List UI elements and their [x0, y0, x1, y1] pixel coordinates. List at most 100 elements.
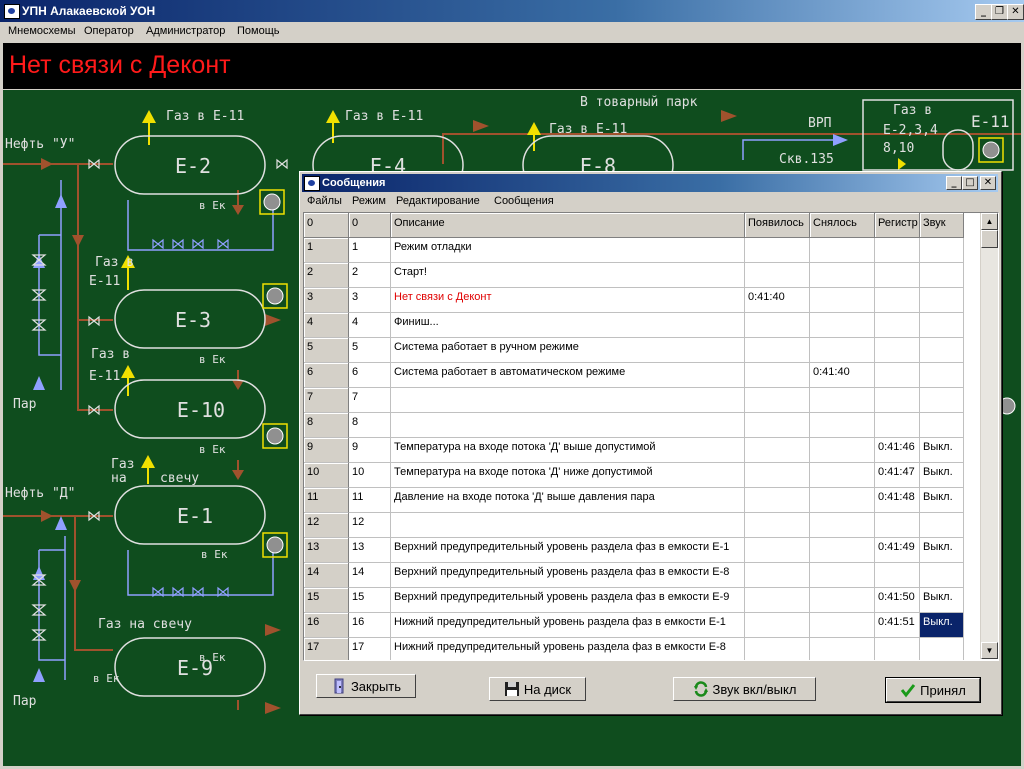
close-window-button[interactable]: ✕ — [1007, 4, 1024, 20]
grid-cell-col-sound[interactable] — [920, 563, 964, 588]
grid-cell-col-cleared[interactable] — [810, 588, 875, 613]
grid-cell-col-cleared[interactable] — [810, 438, 875, 463]
grid-cell-col-row-number[interactable]: 8 — [304, 413, 349, 438]
grid-cell-col-cleared[interactable] — [810, 538, 875, 563]
grid-cell-col-register[interactable]: 0:41:47 — [875, 463, 920, 488]
grid-cell-col-description[interactable]: Режим отладки — [391, 238, 745, 263]
vessel-e3[interactable]: Е-3 — [175, 308, 211, 332]
dialog-maximize-button[interactable]: □ — [962, 176, 978, 190]
grid-header-col-cleared[interactable]: Снялось — [810, 213, 875, 238]
grid-cell-col-register[interactable] — [875, 238, 920, 263]
grid-cell-col-description[interactable]: Верхний предупредительный уровень раздел… — [391, 538, 745, 563]
grid-cell-col-description[interactable]: Давление на входе потока 'Д' выше давлен… — [391, 488, 745, 513]
grid-cell-col-register[interactable] — [875, 638, 920, 660]
grid-cell-col-register[interactable]: 0:41:46 — [875, 438, 920, 463]
grid-header-col-register[interactable]: Регистр — [875, 213, 920, 238]
grid-cell-col-sound[interactable] — [920, 513, 964, 538]
grid-header-col-id[interactable]: 0 — [349, 213, 391, 238]
grid-cell-col-cleared[interactable] — [810, 638, 875, 660]
grid-cell-col-id[interactable]: 17 — [349, 638, 391, 660]
grid-cell-col-appeared[interactable] — [745, 488, 810, 513]
grid-cell-col-row-number[interactable]: 5 — [304, 338, 349, 363]
grid-cell-col-id[interactable]: 16 — [349, 613, 391, 638]
grid-cell-col-row-number[interactable]: 7 — [304, 388, 349, 413]
grid-cell-col-sound[interactable]: Выкл. — [920, 488, 964, 513]
grid-cell-col-row-number[interactable]: 4 — [304, 313, 349, 338]
grid-cell-col-sound[interactable] — [920, 238, 964, 263]
grid-cell-col-id[interactable]: 11 — [349, 488, 391, 513]
dialog-menu-files[interactable]: Файлы — [307, 195, 342, 207]
grid-cell-col-register[interactable] — [875, 363, 920, 388]
grid-cell-col-register[interactable] — [875, 313, 920, 338]
grid-cell-col-appeared[interactable] — [745, 263, 810, 288]
grid-cell-col-appeared[interactable] — [745, 613, 810, 638]
sound-toggle-button[interactable]: Звук вкл/выкл — [673, 677, 816, 701]
grid-cell-col-register[interactable] — [875, 513, 920, 538]
close-button[interactable]: Закрыть — [316, 674, 416, 698]
grid-cell-col-sound[interactable] — [920, 363, 964, 388]
grid-cell-col-cleared[interactable] — [810, 388, 875, 413]
accept-button[interactable]: Принял — [885, 677, 981, 703]
dialog-close-button[interactable]: ✕ — [980, 176, 996, 190]
grid-cell-col-sound[interactable]: Выкл. — [920, 588, 964, 613]
grid-cell-col-row-number[interactable]: 11 — [304, 488, 349, 513]
grid-cell-col-cleared[interactable] — [810, 613, 875, 638]
grid-cell-col-id[interactable]: 3 — [349, 288, 391, 313]
grid-cell-col-sound[interactable]: Выкл. — [920, 463, 964, 488]
dialog-title-bar[interactable]: Сообщения _ □ ✕ — [302, 174, 998, 192]
grid-cell-col-sound[interactable] — [920, 388, 964, 413]
grid-cell-col-register[interactable] — [875, 288, 920, 313]
grid-cell-col-row-number[interactable]: 12 — [304, 513, 349, 538]
grid-cell-col-register[interactable] — [875, 413, 920, 438]
grid-cell-col-row-number[interactable]: 9 — [304, 438, 349, 463]
grid-cell-col-cleared[interactable] — [810, 413, 875, 438]
grid-cell-col-id[interactable]: 10 — [349, 463, 391, 488]
grid-cell-col-id[interactable]: 2 — [349, 263, 391, 288]
grid-cell-col-sound[interactable] — [920, 338, 964, 363]
restore-button[interactable]: ❐ — [991, 4, 1008, 20]
grid-cell-col-id[interactable]: 15 — [349, 588, 391, 613]
grid-cell-col-cleared[interactable] — [810, 513, 875, 538]
grid-cell-col-row-number[interactable]: 10 — [304, 463, 349, 488]
grid-cell-col-row-number[interactable]: 6 — [304, 363, 349, 388]
grid-cell-col-appeared[interactable] — [745, 538, 810, 563]
grid-cell-col-appeared[interactable] — [745, 238, 810, 263]
grid-cell-col-id[interactable]: 13 — [349, 538, 391, 563]
grid-cell-col-row-number[interactable]: 13 — [304, 538, 349, 563]
grid-cell-col-appeared[interactable] — [745, 638, 810, 660]
grid-cell-col-cleared[interactable] — [810, 263, 875, 288]
menu-mnemoschemes[interactable]: Мнемосхемы — [8, 25, 76, 37]
grid-vertical-scrollbar[interactable]: ▲ ▼ — [980, 213, 998, 659]
grid-cell-col-description[interactable]: Верхний предупредительный уровень раздел… — [391, 563, 745, 588]
dialog-menu-edit[interactable]: Редактирование — [396, 195, 480, 207]
menu-operator[interactable]: Оператор — [84, 25, 134, 37]
scroll-thumb[interactable] — [981, 230, 998, 248]
grid-cell-col-register[interactable] — [875, 338, 920, 363]
grid-cell-col-description[interactable] — [391, 413, 745, 438]
grid-cell-col-id[interactable]: 9 — [349, 438, 391, 463]
grid-cell-col-row-number[interactable]: 15 — [304, 588, 349, 613]
grid-cell-col-id[interactable]: 8 — [349, 413, 391, 438]
grid-cell-col-sound[interactable] — [920, 313, 964, 338]
grid-cell-col-sound[interactable] — [920, 263, 964, 288]
menu-administrator[interactable]: Администратор — [146, 25, 225, 37]
grid-cell-col-sound[interactable] — [920, 288, 964, 313]
grid-cell-col-sound[interactable]: Выкл. — [920, 538, 964, 563]
grid-cell-col-description[interactable]: Нет связи с Деконт — [391, 288, 745, 313]
grid-cell-col-cleared[interactable] — [810, 338, 875, 363]
grid-cell-col-id[interactable]: 6 — [349, 363, 391, 388]
grid-cell-col-appeared[interactable] — [745, 513, 810, 538]
grid-cell-col-description[interactable]: Температура на входе потока 'Д' ниже доп… — [391, 463, 745, 488]
messages-grid[interactable]: 0 0 Описание Появилось Снялось Регистр Звук 1 1 Р… — [303, 212, 999, 661]
grid-cell-col-sound[interactable]: Выкл. — [920, 438, 964, 463]
grid-cell-col-id[interactable]: 4 — [349, 313, 391, 338]
grid-cell-col-description[interactable]: Нижний предупредительный уровень раздела… — [391, 613, 745, 638]
grid-cell-col-id[interactable]: 1 — [349, 238, 391, 263]
grid-cell-col-row-number[interactable]: 2 — [304, 263, 349, 288]
grid-cell-col-register[interactable] — [875, 388, 920, 413]
grid-cell-col-cleared[interactable] — [810, 563, 875, 588]
dialog-menu-messages[interactable]: Сообщения — [494, 195, 554, 207]
grid-cell-col-cleared[interactable] — [810, 288, 875, 313]
grid-cell-col-description[interactable]: Температура на входе потока 'Д' выше доп… — [391, 438, 745, 463]
grid-cell-col-description[interactable]: Нижний предупредительный уровень раздела… — [391, 638, 745, 660]
